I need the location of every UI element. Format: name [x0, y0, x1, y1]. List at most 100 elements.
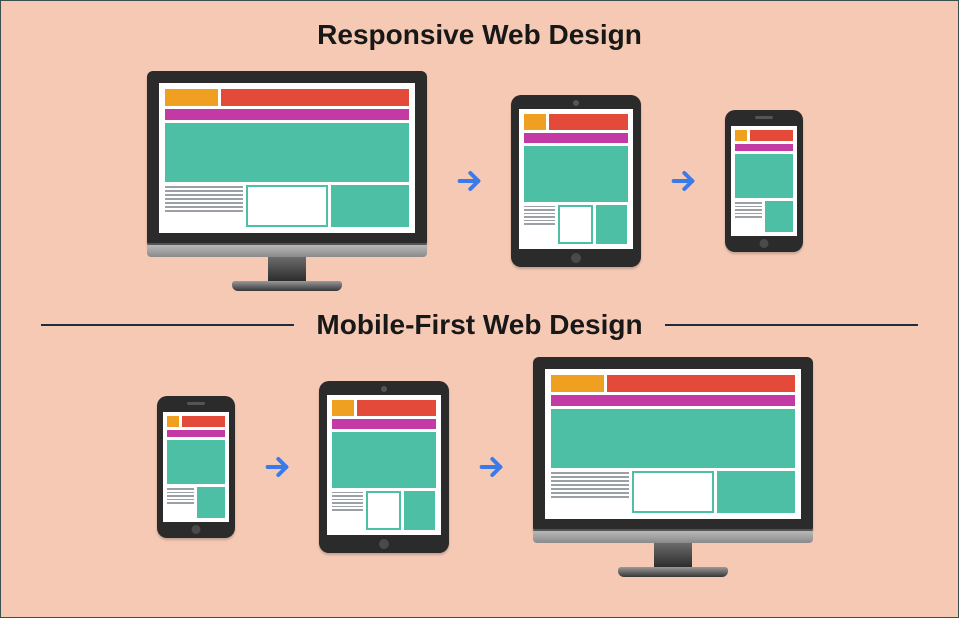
hero-block — [551, 409, 795, 469]
monitor-chin — [533, 531, 813, 543]
header-row — [332, 400, 436, 416]
logo-block — [735, 130, 748, 141]
logo-block — [332, 400, 355, 416]
nav-block — [735, 144, 793, 151]
mobile-first-title: Mobile-First Web Design — [294, 309, 664, 341]
mobile-first-section — [1, 347, 958, 587]
tablet-device — [511, 95, 641, 267]
desktop-device — [533, 357, 813, 577]
text-column — [165, 185, 243, 227]
desktop-bezel — [533, 357, 813, 531]
hero-block — [167, 440, 225, 484]
header-row — [524, 114, 628, 130]
arrow-right-icon — [235, 451, 319, 483]
monitor-neck — [268, 257, 306, 281]
divider-line — [41, 324, 294, 326]
content-columns — [332, 491, 436, 530]
text-column — [332, 491, 363, 530]
hero-block — [735, 154, 793, 198]
content-box — [404, 491, 435, 530]
arrow-right-icon — [449, 451, 533, 483]
speaker-icon — [187, 402, 205, 405]
hero-block — [165, 123, 409, 183]
hero-block — [332, 432, 436, 488]
phone-device — [725, 110, 803, 252]
page-layout — [551, 375, 795, 513]
tablet-device — [319, 381, 449, 553]
home-button-icon — [571, 253, 581, 263]
page-layout — [735, 130, 793, 232]
banner-block — [750, 130, 792, 141]
phone-body — [157, 396, 235, 538]
arrow-right-icon — [427, 165, 511, 197]
responsive-flow — [1, 61, 958, 301]
banner-block — [607, 375, 794, 392]
nav-block — [165, 109, 409, 120]
tablet-screen — [327, 395, 441, 535]
header-row — [165, 89, 409, 106]
text-column — [551, 471, 629, 513]
outline-box — [246, 185, 328, 227]
outline-box — [632, 471, 714, 513]
desktop-device — [147, 71, 427, 291]
page-layout — [167, 416, 225, 518]
logo-block — [551, 375, 605, 392]
speaker-icon — [755, 116, 773, 119]
page-layout — [524, 114, 628, 244]
text-column — [735, 201, 763, 232]
banner-block — [182, 416, 224, 427]
responsive-section: Responsive Web Design — [1, 1, 958, 301]
content-columns — [165, 185, 409, 227]
tablet-body — [319, 381, 449, 553]
camera-icon — [381, 386, 387, 392]
phone-device — [157, 396, 235, 538]
tablet-body — [511, 95, 641, 267]
page-layout — [165, 89, 409, 227]
desktop-bezel — [147, 71, 427, 245]
nav-block — [167, 430, 225, 437]
content-box — [596, 205, 627, 244]
phone-screen — [731, 126, 797, 236]
logo-block — [167, 416, 180, 427]
monitor-neck — [654, 543, 692, 567]
monitor-foot — [232, 281, 342, 291]
desktop-screen — [545, 369, 801, 519]
nav-block — [524, 133, 628, 143]
banner-block — [357, 400, 435, 416]
content-box — [717, 471, 795, 513]
phone-body — [725, 110, 803, 252]
content-columns — [167, 487, 225, 518]
logo-block — [524, 114, 547, 130]
banner-block — [549, 114, 627, 130]
phone-screen — [163, 412, 229, 522]
content-columns — [524, 205, 628, 244]
content-columns — [551, 471, 795, 513]
home-button-icon — [191, 525, 200, 534]
nav-block — [332, 419, 436, 429]
outline-box — [366, 491, 401, 530]
mobile-first-flow — [1, 347, 958, 587]
page-layout — [332, 400, 436, 530]
divider-line — [665, 324, 918, 326]
logo-block — [165, 89, 219, 106]
tablet-screen — [519, 109, 633, 249]
nav-block — [551, 395, 795, 406]
monitor-chin — [147, 245, 427, 257]
content-box — [197, 487, 225, 518]
home-button-icon — [379, 539, 389, 549]
content-box — [765, 201, 793, 232]
camera-icon — [573, 100, 579, 106]
desktop-screen — [159, 83, 415, 233]
content-columns — [735, 201, 793, 232]
banner-block — [221, 89, 408, 106]
hero-block — [524, 146, 628, 202]
monitor-foot — [618, 567, 728, 577]
home-button-icon — [759, 239, 768, 248]
header-row — [167, 416, 225, 427]
section-divider: Mobile-First Web Design — [1, 309, 958, 341]
content-box — [331, 185, 409, 227]
text-column — [524, 205, 555, 244]
text-column — [167, 487, 195, 518]
outline-box — [558, 205, 593, 244]
header-row — [551, 375, 795, 392]
